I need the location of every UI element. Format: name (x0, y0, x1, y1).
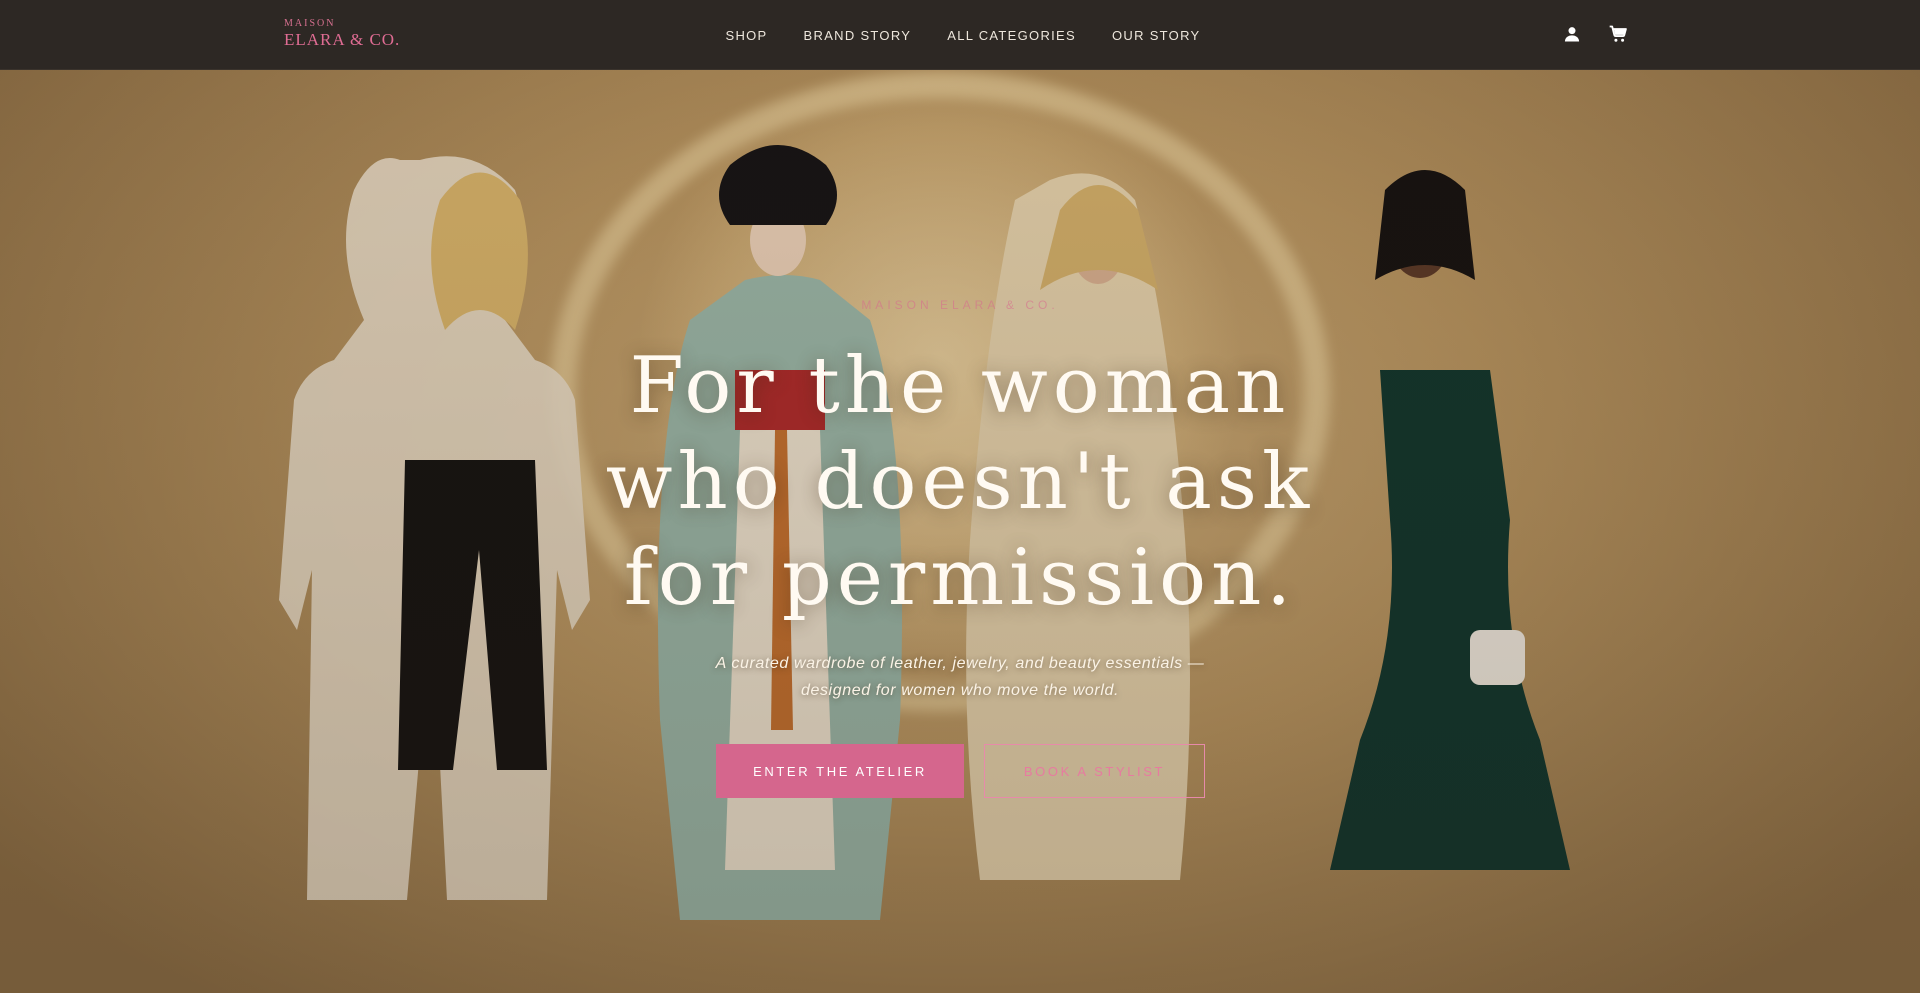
nav-link-brand-story[interactable]: BRAND STORY (804, 28, 912, 43)
enter-atelier-button[interactable]: ENTER THE ATELIER (716, 744, 964, 798)
nav-link-our-story[interactable]: OUR STORY (1112, 28, 1201, 43)
book-stylist-button[interactable]: BOOK A STYLIST (984, 744, 1205, 798)
hero-headline-line: who doesn't ask (605, 437, 1315, 527)
hero-section: MAISON ELARA & CO. For the woman who doe… (0, 70, 1920, 993)
hero-subtext-line: designed for women who move the world. (800, 682, 1120, 699)
hero-subtext: A curated wardrobe of leather, jewelry, … (640, 650, 1280, 704)
hero-eyebrow: MAISON ELARA & CO. (861, 298, 1059, 312)
hero-cta-group: ENTER THE ATELIER BOOK A STYLIST (716, 744, 1205, 798)
hero-content: MAISON ELARA & CO. For the woman who doe… (560, 70, 1360, 993)
main-nav: SHOP BRAND STORY ALL CATEGORIES OUR STOR… (0, 0, 1920, 70)
nav-icon-group (1562, 24, 1628, 44)
nav-link-shop[interactable]: SHOP (725, 28, 767, 43)
hero-headline: For the woman who doesn't ask for permis… (560, 338, 1360, 626)
nav-link-all-categories[interactable]: ALL CATEGORIES (947, 28, 1076, 43)
hero-headline-line: For the woman (629, 341, 1291, 431)
account-icon[interactable] (1562, 24, 1582, 44)
hero-subtext-line: A curated wardrobe of leather, jewelry, … (715, 655, 1205, 672)
cart-icon[interactable] (1608, 24, 1628, 44)
top-navigation-bar: MAISON ELARA & CO. SHOP BRAND STORY ALL … (0, 0, 1920, 70)
hero-headline-line: for permission. (623, 533, 1297, 623)
